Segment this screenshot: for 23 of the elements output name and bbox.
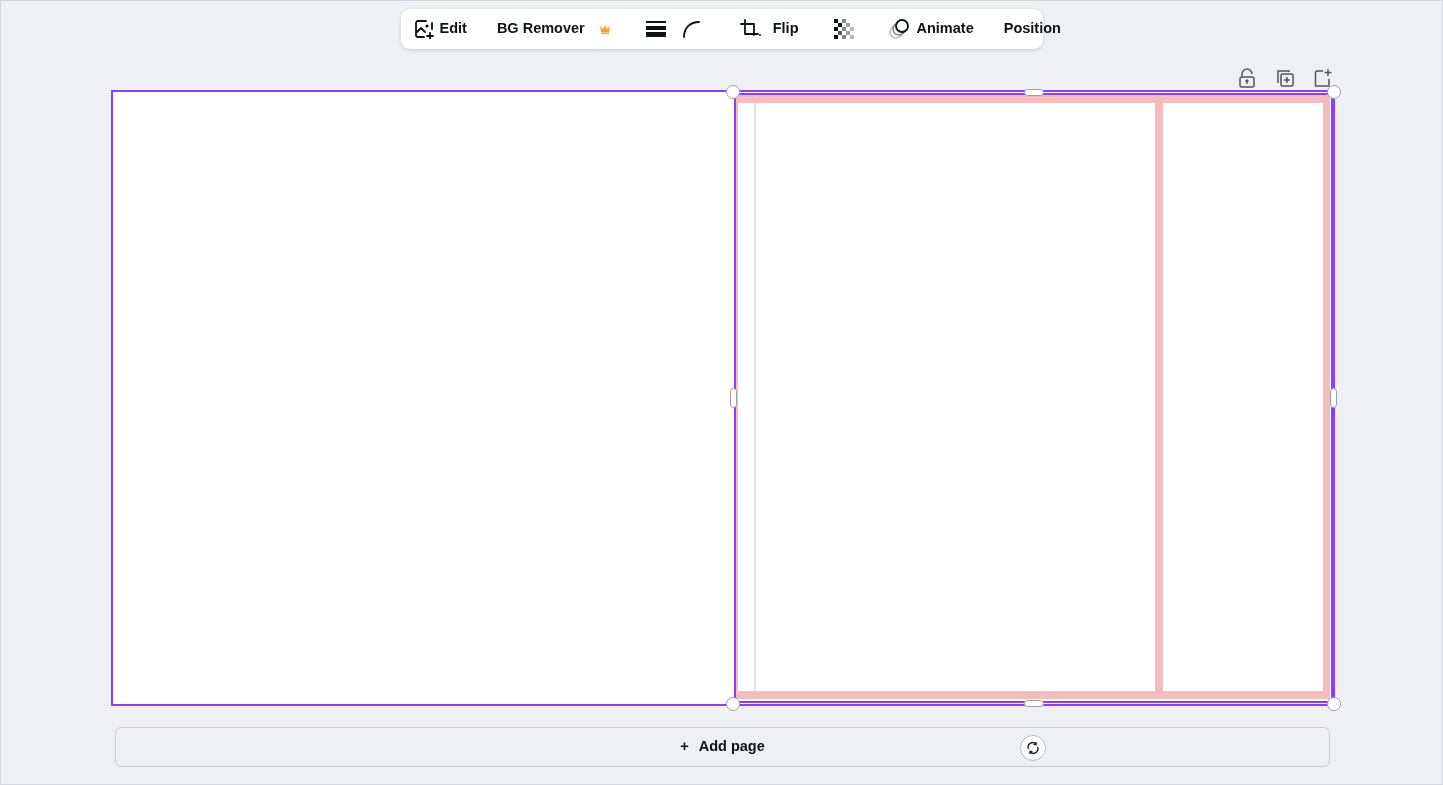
refresh-icon — [1026, 741, 1040, 755]
resize-handle[interactable] — [1023, 89, 1044, 96]
duplicate-button[interactable] — [1274, 67, 1296, 89]
resize-handle[interactable] — [730, 388, 737, 408]
add-page-button[interactable]: + Add page — [115, 727, 1330, 767]
toolbar-button[interactable]: Animate — [885, 15, 977, 43]
add-page-label: Add page — [698, 737, 765, 757]
toolbar-button[interactable]: Flip — [769, 15, 802, 43]
toolbar-button[interactable]: Edit — [410, 15, 470, 43]
toolbar-button[interactable]: BG Remover — [493, 15, 614, 43]
animate-icon — [888, 19, 911, 39]
toolbar-button[interactable]: Position — [1000, 15, 1064, 43]
padlock-button[interactable] — [1236, 67, 1258, 89]
resize-handle[interactable] — [1327, 85, 1341, 99]
resize-handle[interactable] — [1327, 697, 1341, 711]
resize-handle[interactable] — [1330, 388, 1337, 408]
image-edit-icon — [413, 19, 434, 39]
plus-symbol: + — [680, 737, 689, 757]
add-page-button[interactable] — [1312, 67, 1334, 89]
resize-handle[interactable] — [726, 697, 740, 711]
refresh-button[interactable] — [1020, 735, 1046, 761]
resize-handle[interactable] — [1023, 700, 1044, 707]
resize-handle[interactable] — [726, 85, 740, 99]
